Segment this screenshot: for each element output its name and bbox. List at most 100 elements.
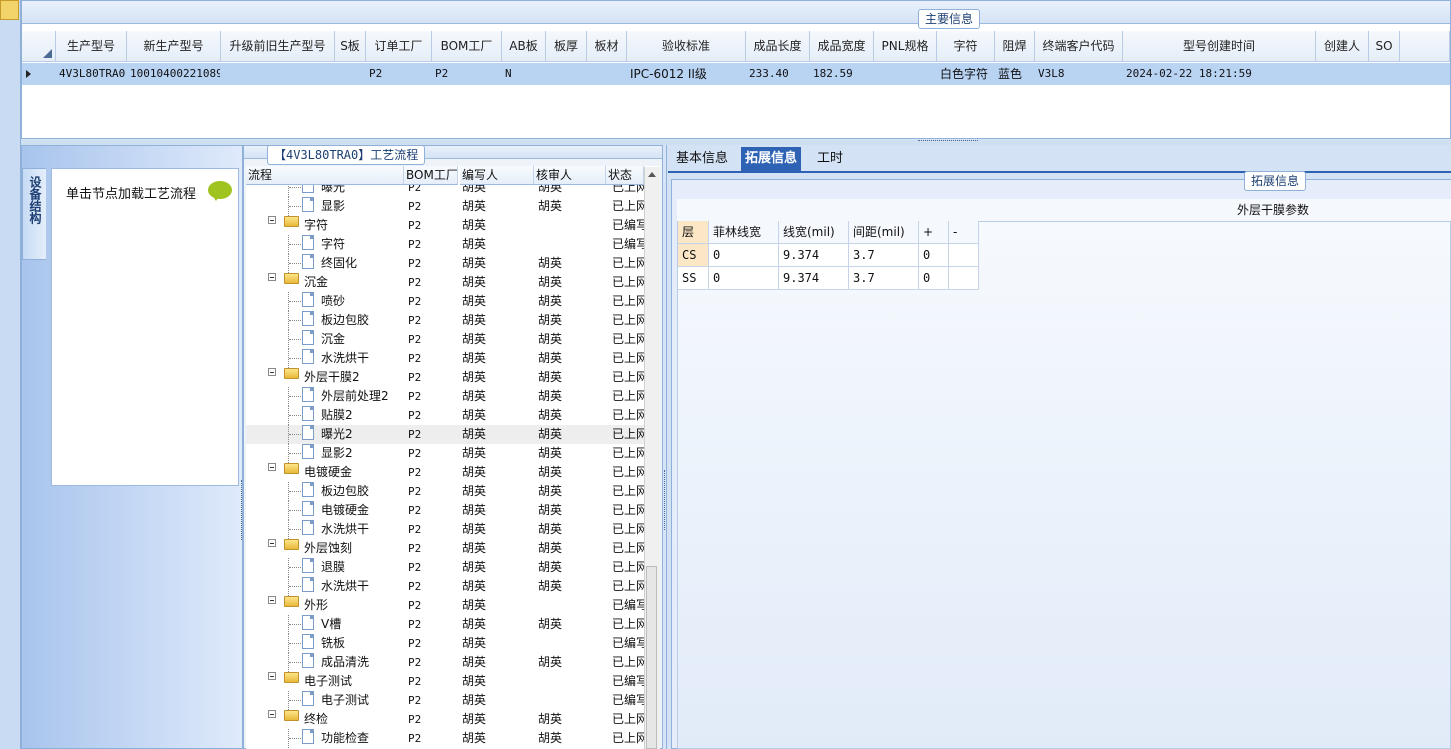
main-cell-5[interactable]: P2 <box>435 63 501 85</box>
main-cell-8[interactable] <box>590 63 626 85</box>
process-row[interactable]: 外层蚀刻 P2 胡英 胡英 已上网 <box>246 539 644 558</box>
main-col-header-14[interactable]: 阻焊 <box>995 31 1035 62</box>
collapse-icon[interactable] <box>268 368 276 376</box>
main-cell-1[interactable]: 10010400221089 <box>130 63 220 85</box>
main-col-header-9[interactable]: 验收标准 <box>627 31 746 62</box>
param-cell[interactable] <box>949 244 979 267</box>
process-row[interactable]: 成品清洗 P2 胡英 胡英 已上网 <box>246 653 644 672</box>
param-cell[interactable]: 0 <box>919 267 949 290</box>
main-cell-15[interactable]: V3L8 <box>1038 63 1122 85</box>
tab-basic-info[interactable]: 基本信息 <box>672 147 732 171</box>
main-cell-17[interactable] <box>1319 63 1368 85</box>
param-cell[interactable]: CS <box>678 244 709 267</box>
main-col-header-13[interactable]: 字符 <box>937 31 995 62</box>
process-col-header-1[interactable]: BOM工厂 <box>404 166 458 185</box>
collapse-icon[interactable] <box>268 672 276 680</box>
process-row[interactable]: 电镀硬金 P2 胡英 胡英 已上网 <box>246 501 644 520</box>
scroll-up-icon[interactable] <box>648 172 656 177</box>
main-cell-0[interactable]: 4V3L80TRA0 <box>59 63 126 85</box>
main-cell-7[interactable] <box>549 63 586 85</box>
param-col-header-2[interactable]: 线宽(mil) <box>779 221 849 244</box>
main-cell-10[interactable]: 233.40 <box>749 63 809 85</box>
main-cell-14[interactable]: 蓝色 <box>998 63 1034 85</box>
param-cell[interactable]: 0 <box>919 244 949 267</box>
main-cell-2[interactable] <box>224 63 334 85</box>
main-cell-18[interactable] <box>1372 63 1399 85</box>
process-row[interactable]: 退膜 P2 胡英 胡英 已上网 <box>246 558 644 577</box>
param-cell[interactable] <box>949 267 979 290</box>
process-row[interactable]: 终固化 P2 胡英 胡英 已上网 <box>246 254 644 273</box>
main-col-header-3[interactable]: S板 <box>335 31 366 62</box>
param-cell[interactable]: 9.374 <box>779 244 849 267</box>
app-icon[interactable] <box>0 0 19 20</box>
main-col-header-10[interactable]: 成品长度 <box>746 31 810 62</box>
param-cell[interactable]: 0 <box>709 244 779 267</box>
node-tree-box[interactable]: 单击节点加载工艺流程 <box>51 168 239 486</box>
param-cell[interactable]: 3.7 <box>849 244 919 267</box>
main-cell-13[interactable]: 白色字符 <box>940 63 994 85</box>
param-col-header-4[interactable]: + <box>919 221 949 244</box>
main-cell-4[interactable]: P2 <box>369 63 431 85</box>
process-row[interactable]: 终检 P2 胡英 胡英 已上网 <box>246 710 644 729</box>
process-scroll-thumb[interactable] <box>646 566 657 749</box>
process-col-header-0[interactable]: 流程 <box>246 166 404 185</box>
param-col-header-1[interactable]: 菲林线宽 <box>709 221 779 244</box>
main-col-header-15[interactable]: 终端客户代码 <box>1035 31 1123 62</box>
process-row[interactable]: 电子测试 P2 胡英 已编写 <box>246 672 644 691</box>
main-col-header-12[interactable]: PNL规格 <box>874 31 937 62</box>
collapse-icon[interactable] <box>268 463 276 471</box>
process-row[interactable]: 沉金 P2 胡英 胡英 已上网 <box>246 273 644 292</box>
param-cell[interactable]: 9.374 <box>779 267 849 290</box>
param-cell[interactable]: SS <box>678 267 709 290</box>
param-col-header-0[interactable]: 层 <box>678 221 709 244</box>
main-col-header-11[interactable]: 成品宽度 <box>810 31 874 62</box>
process-col-header-4[interactable]: 状态 <box>606 166 644 185</box>
collapse-icon[interactable] <box>268 273 276 281</box>
process-row[interactable]: 电子测试 P2 胡英 已编写 <box>246 691 644 710</box>
process-row[interactable]: 外层前处理2 P2 胡英 胡英 已上网 <box>246 387 644 406</box>
process-row[interactable]: V槽 P2 胡英 胡英 已上网 <box>246 615 644 634</box>
main-col-header-18[interactable]: SO <box>1369 31 1400 62</box>
main-cell-9[interactable]: IPC-6012 II级 <box>630 63 745 85</box>
main-col-header-5[interactable]: BOM工厂 <box>432 31 502 62</box>
process-col-header-3[interactable]: 核审人 <box>534 166 606 185</box>
main-col-header-16[interactable]: 型号创建时间 <box>1123 31 1316 62</box>
left-splitter-grip[interactable] <box>241 480 244 540</box>
main-cell-16[interactable]: 2024-02-22 18:21:59 <box>1126 63 1315 85</box>
process-row[interactable]: 板边包胶 P2 胡英 胡英 已上网 <box>246 311 644 330</box>
collapse-icon[interactable] <box>268 710 276 718</box>
main-cell-3[interactable] <box>338 63 365 85</box>
main-cell-12[interactable] <box>877 63 936 85</box>
process-row[interactable]: 电镀硬金 P2 胡英 胡英 已上网 <box>246 463 644 482</box>
process-row[interactable]: 水洗烘干 P2 胡英 胡英 已上网 <box>246 577 644 596</box>
main-cell-11[interactable]: 182.59 <box>813 63 873 85</box>
param-col-header-3[interactable]: 间距(mil) <box>849 221 919 244</box>
process-row[interactable]: 显影2 P2 胡英 胡英 已上网 <box>246 444 644 463</box>
collapse-icon[interactable] <box>268 596 276 604</box>
main-col-header-4[interactable]: 订单工厂 <box>366 31 432 62</box>
row-header-corner[interactable] <box>22 31 56 62</box>
process-row[interactable]: 板边包胶 P2 胡英 胡英 已上网 <box>246 482 644 501</box>
main-col-header-7[interactable]: 板厚 <box>546 31 587 62</box>
process-row[interactable]: 字符 P2 胡英 已编写 <box>246 216 644 235</box>
main-col-header-8[interactable]: 板材 <box>587 31 627 62</box>
process-row[interactable]: 铣板 P2 胡英 已编写 <box>246 634 644 653</box>
process-row[interactable]: 沉金 P2 胡英 胡英 已上网 <box>246 330 644 349</box>
process-row[interactable]: 外形 P2 胡英 已编写 <box>246 596 644 615</box>
main-col-header-2[interactable]: 升级前旧生产型号 <box>221 31 335 62</box>
process-row[interactable]: 功能检查 P2 胡英 胡英 已上网 <box>246 729 644 748</box>
param-col-header-5[interactable]: - <box>949 221 979 244</box>
process-tree-grid[interactable]: 流程 BOM工厂 编写人 核审人 状态 曝光 P2 胡英 胡英 已上网 显影 P2 胡英 胡英 已上网 字符… <box>246 166 660 749</box>
main-col-header-1[interactable]: 新生产型号 <box>127 31 221 62</box>
tab-extended-info[interactable]: 拓展信息 <box>741 147 802 171</box>
process-row[interactable]: 贴膜2 P2 胡英 胡英 已上网 <box>246 406 644 425</box>
main-col-header-6[interactable]: AB板 <box>502 31 546 62</box>
process-row[interactable]: 曝光 P2 胡英 胡英 已上网 <box>246 185 644 197</box>
tab-work-hours[interactable]: 工时 <box>813 147 847 171</box>
process-row[interactable]: 外层干膜2 P2 胡英 胡英 已上网 <box>246 368 644 387</box>
process-row[interactable]: 水洗烘干 P2 胡英 胡英 已上网 <box>246 520 644 539</box>
process-row[interactable]: 显影 P2 胡英 胡英 已上网 <box>246 197 644 216</box>
process-row[interactable]: 曝光2 P2 胡英 胡英 已上网 <box>246 425 644 444</box>
process-row[interactable]: 字符 P2 胡英 已编写 <box>246 235 644 254</box>
param-cell[interactable]: 3.7 <box>849 267 919 290</box>
